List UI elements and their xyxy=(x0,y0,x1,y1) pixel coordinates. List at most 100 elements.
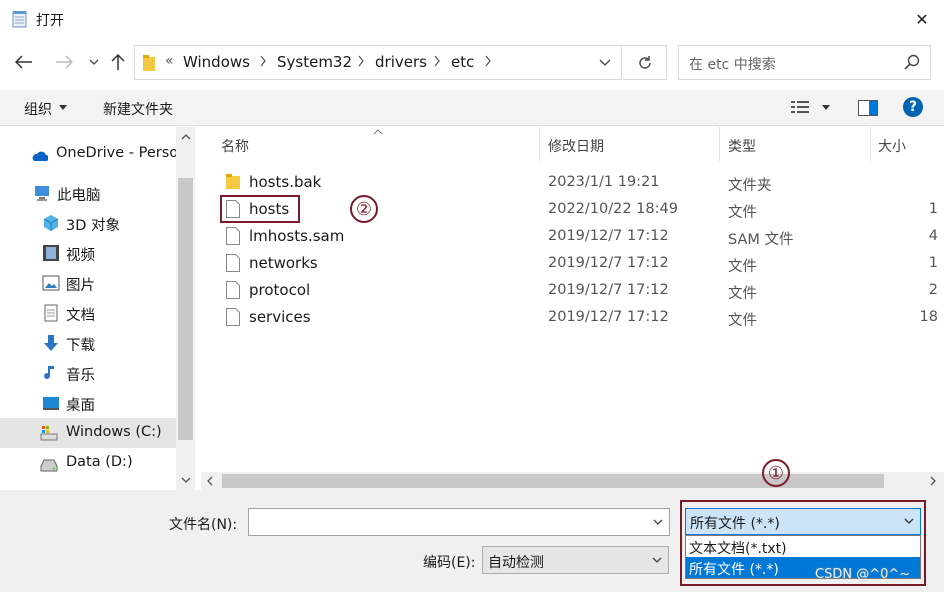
encoding-label: 编码(E): xyxy=(423,555,476,571)
dropdown-option-txt[interactable]: 文本文档(*.txt) xyxy=(686,536,920,557)
caret-down-icon xyxy=(59,105,67,110)
breadcrumb-system32[interactable]: System32 xyxy=(277,53,352,71)
file-row-lmhosts-sam[interactable]: lmhosts.sam 2019/12/7 17:12 SAM 文件 4 xyxy=(201,223,944,250)
chevron-down-icon[interactable] xyxy=(653,519,663,526)
file-type-filter-select[interactable]: 所有文件 (*.*) xyxy=(685,508,921,535)
search-icon[interactable] xyxy=(904,54,920,70)
drive-d-icon xyxy=(40,459,58,472)
filename-input[interactable] xyxy=(248,508,670,536)
sidebar-item-label: 视频 xyxy=(66,248,95,264)
address-dropdown-button[interactable] xyxy=(588,45,622,80)
navigation-pane: OneDrive - Perso 此电脑 3D 对象 视频 图片 文档 下载 音… xyxy=(0,127,196,490)
file-type: 文件夹 xyxy=(728,178,772,194)
sidebar-item-music[interactable]: 音乐 xyxy=(0,358,176,388)
notepad-icon xyxy=(12,11,27,28)
sidebar-item-pictures[interactable]: 图片 xyxy=(0,268,176,298)
file-row-hosts-bak[interactable]: hosts.bak 2023/1/1 19:21 文件夹 xyxy=(201,169,944,196)
onedrive-icon xyxy=(32,151,48,161)
help-icon: ? xyxy=(908,99,918,115)
file-type: 文件 xyxy=(728,313,757,329)
address-bar[interactable]: « Windows System32 drivers etc xyxy=(134,45,622,80)
sidebar-item-label: Data (D:) xyxy=(66,454,133,470)
caret-down-icon[interactable] xyxy=(822,105,830,110)
file-date: 2019/12/7 17:12 xyxy=(548,255,669,271)
forward-arrow-icon xyxy=(56,55,73,69)
sidebar-item-label: 此电脑 xyxy=(57,188,101,204)
sidebar-item-label: 文档 xyxy=(66,308,95,324)
forward-button[interactable] xyxy=(52,50,76,74)
refresh-button[interactable] xyxy=(623,45,667,80)
video-icon xyxy=(43,245,59,261)
column-divider[interactable] xyxy=(539,127,540,161)
recent-locations-button[interactable] xyxy=(82,50,106,74)
back-arrow-icon xyxy=(15,55,32,69)
column-header-size[interactable]: 大小 xyxy=(878,136,906,156)
breadcrumb-drivers[interactable]: drivers xyxy=(375,53,427,71)
breadcrumb-separator-icon[interactable] xyxy=(484,55,492,67)
chevron-down-icon xyxy=(89,59,99,65)
sidebar-item-3d-objects[interactable]: 3D 对象 xyxy=(0,208,176,238)
back-button[interactable] xyxy=(12,50,36,74)
scroll-down-icon[interactable] xyxy=(181,476,191,484)
navigation-scrollbar-thumb[interactable] xyxy=(178,178,193,440)
preview-pane-icon[interactable] xyxy=(858,100,878,116)
file-date: 2019/12/7 17:12 xyxy=(548,309,669,325)
sidebar-item-label: 下载 xyxy=(66,338,95,354)
new-folder-button[interactable]: 新建文件夹 xyxy=(103,99,173,119)
organize-button[interactable]: 组织 xyxy=(24,99,52,119)
sidebar-item-desktop[interactable]: 桌面 xyxy=(0,388,176,418)
file-icon xyxy=(226,308,240,326)
sidebar-item-downloads[interactable]: 下载 xyxy=(0,328,176,358)
file-name: hosts xyxy=(249,200,290,218)
file-name: hosts.bak xyxy=(249,173,322,191)
search-placeholder: 在 etc 中搜索 xyxy=(689,57,776,73)
downloads-icon xyxy=(44,335,58,351)
dialog-footer: 文件名(N): 编码(E): 自动检测 所有文件 (*.*) 文本文档(*.tx… xyxy=(0,490,944,592)
file-icon xyxy=(226,281,240,299)
overflow-chevron[interactable]: « xyxy=(165,53,174,69)
view-options-icon[interactable] xyxy=(791,100,811,116)
sidebar-item-this-pc[interactable]: 此电脑 xyxy=(0,178,176,208)
scroll-left-icon[interactable] xyxy=(206,476,214,486)
encoding-value: 自动检测 xyxy=(488,555,544,571)
column-divider[interactable] xyxy=(719,127,720,161)
search-box[interactable]: 在 etc 中搜索 xyxy=(678,45,931,80)
file-type-filter-value: 所有文件 (*.*) xyxy=(690,516,780,532)
column-header-type[interactable]: 类型 xyxy=(728,136,756,156)
scroll-right-icon[interactable] xyxy=(929,476,937,486)
sidebar-item-drive-d[interactable]: Data (D:) xyxy=(0,448,176,478)
file-row-hosts[interactable]: hosts 2022/10/22 18:49 文件 1 xyxy=(201,195,944,223)
breadcrumb-separator-icon[interactable] xyxy=(433,55,441,67)
encoding-select[interactable]: 自动检测 xyxy=(482,546,669,574)
pictures-icon xyxy=(42,275,60,291)
help-button[interactable]: ? xyxy=(903,97,923,117)
up-button[interactable] xyxy=(106,50,130,74)
breadcrumb-etc[interactable]: etc xyxy=(451,53,474,71)
sidebar-item-documents[interactable]: 文档 xyxy=(0,298,176,328)
file-size: 1 xyxy=(928,201,938,217)
file-name: services xyxy=(249,308,311,326)
breadcrumb-windows[interactable]: Windows xyxy=(183,53,250,71)
chevron-down-icon xyxy=(652,557,662,563)
file-row-services[interactable]: services 2019/12/7 17:12 文件 18 xyxy=(201,304,944,331)
sidebar-item-drive-c[interactable]: Windows (C:) xyxy=(0,418,176,448)
sidebar-item-label: 音乐 xyxy=(66,368,95,384)
file-type: SAM 文件 xyxy=(728,232,794,248)
watermark: CSDN @^0^~ xyxy=(815,567,911,582)
column-header-date[interactable]: 修改日期 xyxy=(548,136,604,156)
sidebar-item-onedrive[interactable]: OneDrive - Perso xyxy=(0,139,178,169)
3d-objects-icon xyxy=(43,215,59,231)
scroll-up-icon[interactable] xyxy=(181,133,191,141)
file-date: 2019/12/7 17:12 xyxy=(548,282,669,298)
breadcrumb-separator-icon[interactable] xyxy=(259,55,267,67)
column-divider[interactable] xyxy=(870,127,871,161)
file-row-networks[interactable]: networks 2019/12/7 17:12 文件 1 xyxy=(201,250,944,277)
file-size: 4 xyxy=(928,228,938,244)
file-type: 文件 xyxy=(728,286,757,302)
folder-icon xyxy=(226,174,240,189)
column-header-name[interactable]: 名称 xyxy=(221,136,249,156)
sidebar-item-videos[interactable]: 视频 xyxy=(0,238,176,268)
file-row-protocol[interactable]: protocol 2019/12/7 17:12 文件 2 xyxy=(201,277,944,304)
breadcrumb-separator-icon[interactable] xyxy=(357,55,365,67)
close-button[interactable]: ✕ xyxy=(904,4,940,34)
